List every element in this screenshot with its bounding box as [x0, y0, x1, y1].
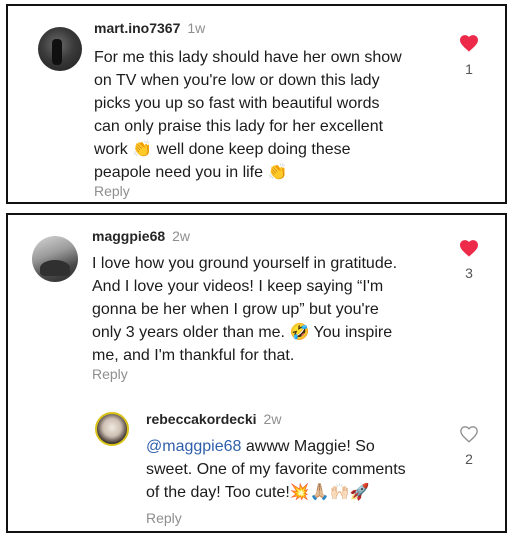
timestamp: 2w: [263, 411, 282, 427]
reply-button[interactable]: Reply: [92, 366, 128, 382]
comment-line: work 👏 well done keep doing these: [94, 141, 351, 158]
reply-line: of the day! Too cute!💥🙏🏼🙌🏻🚀: [146, 484, 370, 501]
like-button[interactable]: [458, 239, 480, 257]
like-count: 2: [465, 451, 473, 467]
heart-filled-icon: [460, 240, 478, 257]
comment-card-2: maggpie68 2w I love how you ground yourse…: [6, 213, 507, 533]
username[interactable]: rebeccakordecki: [146, 411, 257, 427]
reply-line: sweet. One of my favorite comments: [146, 461, 406, 478]
comment-line: gonna be her when I grow up” but you're: [92, 301, 379, 318]
comment-text: For me this lady should have her own sho…: [94, 46, 402, 184]
comment-line: peapole need you in life 👏: [94, 164, 288, 181]
comment-text: I love how you ground yourself in gratit…: [92, 252, 397, 367]
comment-line: me, and I'm thankful for that.: [92, 347, 295, 364]
comment-line: on TV when you're low or down this lady: [94, 72, 380, 89]
comment-header: maggpie68 2w: [92, 227, 190, 245]
reply-button[interactable]: Reply: [146, 510, 182, 526]
timestamp: 1w: [187, 20, 206, 36]
avatar[interactable]: [38, 27, 82, 71]
comment-line: And I love your videos! I keep saying “I…: [92, 278, 384, 295]
comment-line: I love how you ground yourself in gratit…: [92, 255, 398, 272]
reply-text: @maggpie68 awww Maggie! So sweet. One of…: [146, 435, 406, 504]
timestamp: 2w: [172, 228, 191, 244]
comment-line: For me this lady should have her own sho…: [94, 49, 402, 66]
avatar[interactable]: [95, 412, 129, 446]
like-button[interactable]: [458, 425, 480, 443]
comment-line: picks you up so fast with beautiful word…: [94, 95, 380, 112]
mention-link[interactable]: @maggpie68: [146, 438, 241, 455]
heart-filled-icon: [460, 35, 478, 52]
comment-line: can only praise this lady for her excell…: [94, 118, 384, 135]
heart-outline-icon: [460, 426, 478, 443]
comment-card-1: mart.ino7367 1w For me this lady should h…: [6, 4, 507, 204]
username[interactable]: maggpie68: [92, 228, 165, 244]
comment-header: mart.ino7367 1w: [94, 19, 205, 37]
avatar[interactable]: [32, 236, 78, 282]
like-button[interactable]: [458, 34, 480, 52]
reply-line: @maggpie68 awww Maggie! So: [146, 438, 375, 455]
comment-line: only 3 years older than me. 🤣 You inspir…: [92, 324, 393, 341]
username[interactable]: mart.ino7367: [94, 20, 180, 36]
like-count: 1: [465, 61, 473, 77]
reply-header: rebeccakordecki 2w: [146, 410, 281, 428]
like-count: 3: [465, 265, 473, 281]
reply-button[interactable]: Reply: [94, 183, 130, 199]
